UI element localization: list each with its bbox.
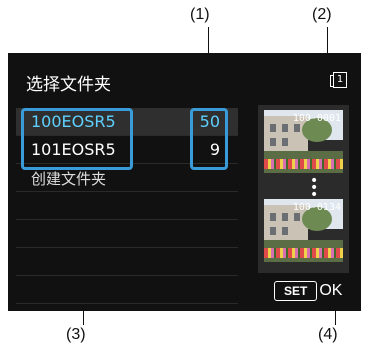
callout-3: (3)	[66, 326, 86, 343]
callout-4: (4)	[318, 326, 338, 343]
set-ok-button[interactable]: SET OK	[274, 280, 342, 301]
empty-row	[16, 248, 238, 276]
empty-row	[16, 276, 238, 304]
first-image-thumbnail: 100-0001	[264, 110, 343, 173]
menu-title: 选择文件夹	[26, 75, 111, 95]
empty-row	[16, 192, 238, 220]
memory-card-icon: 1	[330, 72, 347, 88]
empty-row	[16, 220, 238, 248]
callout-2: (2)	[312, 6, 332, 23]
more-images-ellipsis: • • •	[310, 173, 319, 203]
set-button-label: SET	[274, 281, 318, 301]
first-image-number: 100-0001	[292, 113, 341, 124]
ok-label: OK	[319, 281, 343, 299]
create-folder-label: 创建文件夹	[31, 170, 107, 188]
callout-1: (1)	[190, 6, 210, 23]
image-count-highlight	[190, 108, 228, 170]
last-image-thumbnail: 100-0134	[264, 199, 343, 262]
last-image-number: 100-0134	[292, 202, 341, 213]
folder-name-highlight	[21, 108, 133, 170]
